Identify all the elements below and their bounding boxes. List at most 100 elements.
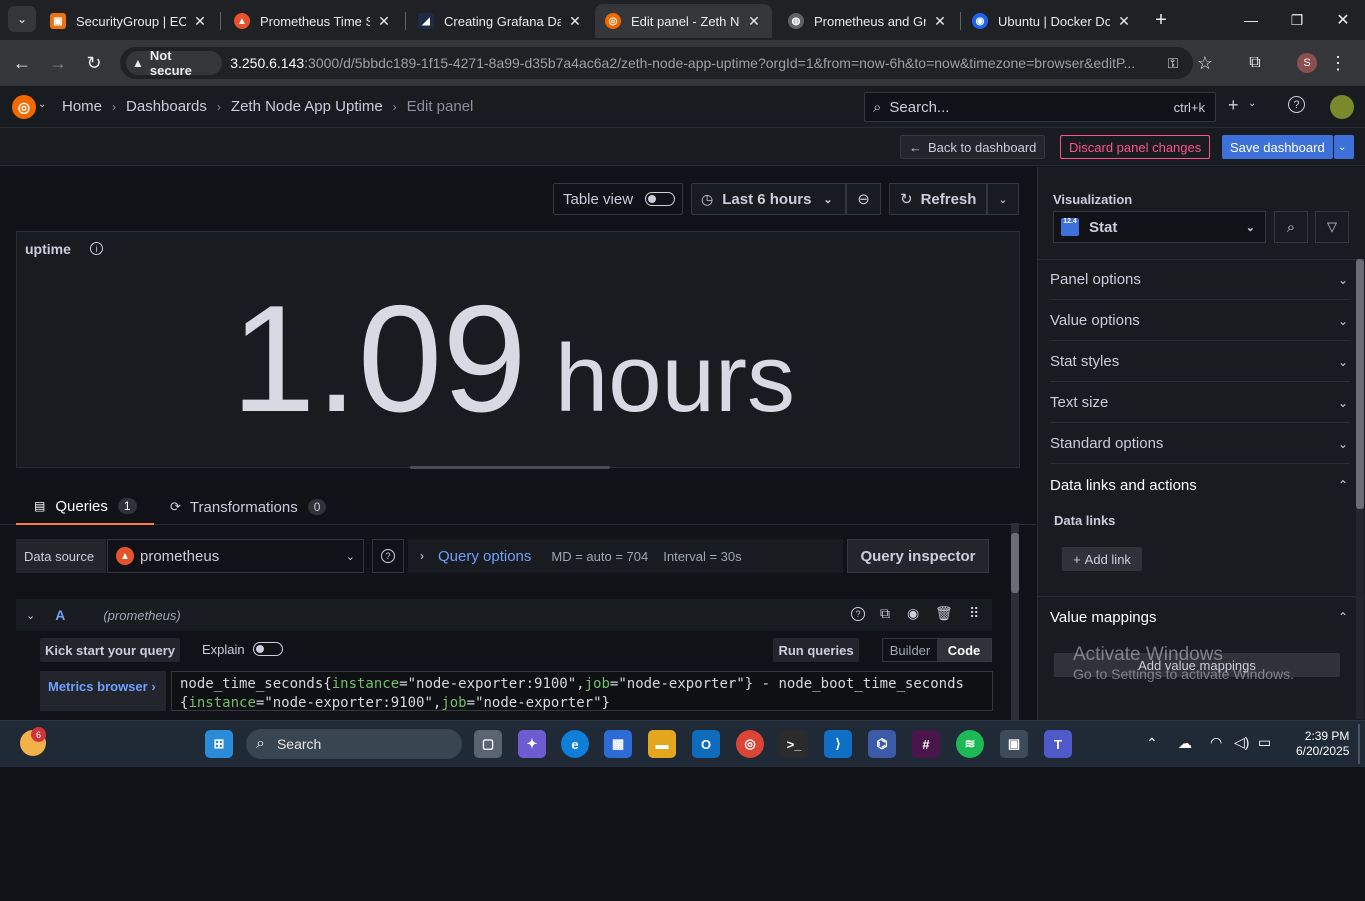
volume-icon[interactable]: ◁) — [1234, 734, 1249, 751]
filter-icon[interactable]: ▽ — [1315, 211, 1349, 243]
standard-options-section[interactable]: Standard options ⌄ — [1050, 424, 1350, 464]
panel-options-section[interactable]: Panel options ⌄ — [1050, 260, 1350, 300]
extensions-icon[interactable]: ⧉ — [1242, 50, 1268, 76]
browser-tab[interactable]: ◉ Ubuntu | Docker Doc ✕ — [962, 4, 1142, 38]
datasource-help-button[interactable]: ? — [372, 539, 404, 573]
close-icon[interactable]: ✕ — [567, 13, 583, 30]
clock[interactable]: 2:39 PM 6/20/2025 — [1296, 729, 1349, 759]
browser-tab[interactable]: ◍ Prometheus and Graf ✕ — [778, 4, 958, 38]
help-icon[interactable]: ? — [851, 607, 865, 621]
slack-icon[interactable]: # — [912, 730, 940, 758]
task-view-icon[interactable]: ▢ — [474, 730, 502, 758]
tab-search-icon[interactable]: ⌄ — [8, 6, 36, 32]
code-mode[interactable]: Code — [937, 639, 991, 661]
builder-mode[interactable]: Builder — [883, 639, 937, 661]
value-mappings-section[interactable]: Value mappings ⌃ — [1050, 597, 1350, 637]
battery-icon[interactable]: ▭ — [1258, 734, 1271, 751]
search-icon[interactable]: ⌕ — [1274, 211, 1308, 243]
user-avatar[interactable] — [1330, 95, 1354, 119]
chrome-icon[interactable]: ◎ — [736, 730, 764, 758]
switch-icon[interactable] — [645, 192, 676, 206]
refresh-interval-chevron-icon[interactable]: ⌄ — [987, 183, 1019, 215]
minimize-icon[interactable]: — — [1238, 7, 1264, 33]
stat-styles-section[interactable]: Stat styles ⌄ — [1050, 342, 1350, 382]
maximize-icon[interactable]: ❐ — [1284, 7, 1310, 33]
close-icon[interactable]: ✕ — [932, 13, 948, 30]
discard-changes-button[interactable]: Discard panel changes — [1060, 135, 1211, 159]
help-icon[interactable]: ? — [1288, 96, 1305, 113]
chevron-down-icon[interactable]: ⌄ — [26, 609, 35, 622]
bookmark-star-icon[interactable]: ☆ — [1192, 50, 1218, 76]
tab-transformations[interactable]: ⟳ Transformations 0 — [170, 489, 327, 525]
profile-avatar[interactable]: S — [1297, 53, 1317, 73]
breadcrumb-home[interactable]: Home — [62, 98, 102, 115]
wifi-icon[interactable]: ◠ — [1210, 734, 1222, 751]
query-row-header[interactable]: ⌄ A (prometheus) ? ⧉ ◉ 🗑 ⠿ — [16, 599, 992, 631]
new-tab-icon[interactable]: + — [1148, 7, 1174, 33]
resize-handle[interactable] — [410, 466, 610, 469]
back-to-dashboard-button[interactable]: ← Back to dashboard — [900, 135, 1046, 159]
browser-tab[interactable]: ◢ Creating Grafana Das ✕ — [408, 4, 593, 38]
query-scrollbar[interactable] — [1011, 523, 1019, 723]
browser-tab[interactable]: ▣ SecurityGroup | EC2 | ✕ — [40, 4, 218, 38]
drag-handle-icon[interactable]: ⠿ — [969, 605, 979, 622]
zoom-out-icon[interactable]: ⊖ — [846, 183, 881, 215]
query-inspector-button[interactable]: Query inspector — [847, 539, 989, 573]
windows-start-icon[interactable]: ⊞ — [205, 730, 233, 758]
save-dashboard-button[interactable]: Save dashboard — [1222, 135, 1333, 159]
close-icon[interactable]: ✕ — [376, 13, 392, 30]
onedrive-icon[interactable]: ☁ — [1178, 735, 1192, 752]
edge-icon[interactable]: e — [561, 730, 589, 758]
network-tool-icon[interactable]: ⌬ — [868, 730, 896, 758]
tab-queries[interactable]: ▤ Queries 1 — [16, 489, 154, 525]
chevron-up-icon[interactable]: ⌃ — [1146, 735, 1158, 752]
copy-icon[interactable]: ⧉ — [880, 605, 890, 622]
back-arrow-icon[interactable]: ← — [9, 50, 35, 76]
chevron-down-icon[interactable]: ⌄ — [1248, 98, 1256, 109]
kick-start-button[interactable]: Kick start your query — [40, 638, 180, 662]
explain-switch[interactable] — [253, 642, 283, 656]
show-desktop-button[interactable] — [1358, 724, 1360, 764]
time-range-picker[interactable]: ◷ Last 6 hours ⌄ — [691, 183, 846, 215]
file-explorer-icon[interactable]: ▬ — [648, 730, 676, 758]
teams-icon[interactable]: T — [1044, 730, 1072, 758]
query-ref-id[interactable]: A — [55, 607, 65, 623]
plus-icon[interactable]: + — [1228, 95, 1239, 116]
search-input[interactable]: ⌕ Search... ctrl+k — [864, 92, 1216, 122]
run-queries-button[interactable]: Run queries — [773, 638, 859, 662]
data-links-section[interactable]: Data links and actions ⌃ — [1050, 465, 1350, 505]
value-options-section[interactable]: Value options ⌄ — [1050, 301, 1350, 341]
spotify-icon[interactable]: ≋ — [956, 730, 984, 758]
trash-icon[interactable]: 🗑 — [935, 605, 953, 622]
options-scrollbar[interactable] — [1356, 259, 1364, 719]
remote-desktop-icon[interactable]: ▣ — [1000, 730, 1028, 758]
taskbar-search-input[interactable]: ⌕ Search — [246, 729, 462, 759]
breadcrumb-dashboard[interactable]: Zeth Node App Uptime — [231, 98, 383, 115]
add-link-button[interactable]: + Add link — [1062, 547, 1142, 571]
not-secure-chip[interactable]: ▲ Not secure — [126, 48, 223, 78]
datasource-picker[interactable]: ▲ prometheus ⌄ — [107, 539, 364, 573]
table-view-toggle[interactable]: Table view — [553, 183, 683, 215]
browser-tab-active[interactable]: ◎ Edit panel - Zeth Nod ✕ — [595, 4, 772, 38]
query-code-editor[interactable]: node_time_seconds{instance="node-exporte… — [171, 671, 993, 711]
reload-icon[interactable]: ↻ — [81, 50, 107, 76]
terminal-icon[interactable]: >_ — [780, 730, 808, 758]
save-options-chevron-icon[interactable]: ⌄ — [1334, 135, 1354, 159]
vscode-icon[interactable]: ⟩ — [824, 730, 852, 758]
close-icon[interactable]: ✕ — [746, 13, 762, 30]
copilot-icon[interactable]: ✦ — [518, 730, 546, 758]
metrics-browser-button[interactable]: Metrics browser › — [40, 671, 166, 711]
password-key-icon[interactable]: ⚿ — [1160, 50, 1186, 76]
address-bar[interactable]: ▲ Not secure 3.250.6.143:3000/d/5bbdc189… — [120, 47, 1193, 79]
chevron-down-icon[interactable]: ⌄ — [38, 99, 46, 110]
store-icon[interactable]: ▦ — [604, 730, 632, 758]
refresh-button[interactable]: ↻ Refresh — [889, 183, 987, 215]
forward-arrow-icon[interactable]: → — [45, 50, 71, 76]
close-window-icon[interactable]: ✕ — [1330, 7, 1356, 33]
eye-icon[interactable]: ◉ — [907, 605, 919, 622]
browser-tab[interactable]: ▲ Prometheus Time Ser ✕ — [224, 4, 402, 38]
query-options-bar[interactable]: › Query options MD = auto = 704 Interval… — [408, 539, 843, 573]
outlook-icon[interactable]: O — [692, 730, 720, 758]
close-icon[interactable]: ✕ — [192, 13, 208, 30]
close-icon[interactable]: ✕ — [1116, 13, 1132, 30]
